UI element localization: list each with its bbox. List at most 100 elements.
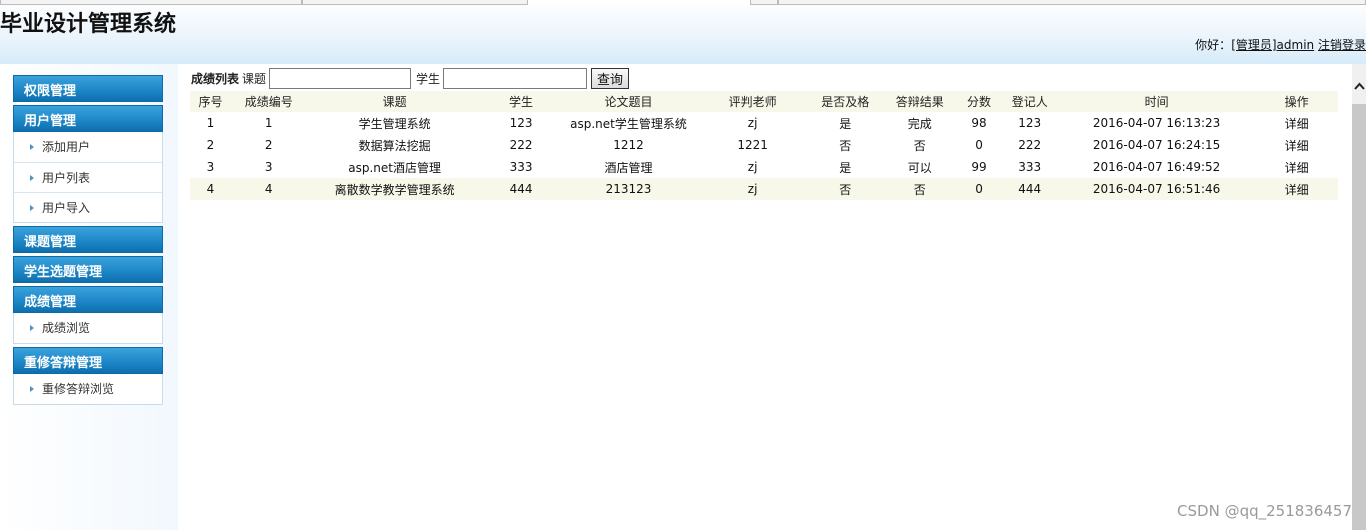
- table-cell: asp.net学生管理系统: [570, 116, 687, 131]
- watermark: CSDN @qq_251836457: [1177, 502, 1352, 520]
- app-title: 毕业设计管理系统: [0, 12, 177, 37]
- table-cell: 333: [509, 160, 533, 174]
- table-cell: 444: [482, 178, 560, 200]
- vertical-scrollbar[interactable]: [1352, 64, 1366, 530]
- scroll-up-icon[interactable]: [1352, 78, 1366, 94]
- table-cell: 2016-04-07 16:13:23: [1092, 116, 1221, 130]
- sidebar-submenu: 成绩浏览: [13, 313, 163, 344]
- column-header: 分数: [956, 91, 1002, 112]
- query-button[interactable]: 查询: [591, 67, 630, 89]
- column-header: 课题: [306, 91, 483, 112]
- table-cell: 2: [264, 138, 273, 152]
- table-cell: 99: [971, 160, 987, 174]
- sidebar-item[interactable]: 用户列表: [14, 162, 162, 192]
- table-row: 2 2 数据算法挖掘 222 1212 1221 否 否 0 222 2016-04-07 16:2…: [190, 134, 1338, 156]
- sidebar-menu: 权限管理用户管理添加用户用户列表用户导入课题管理学生选题管理 成绩管理成绩浏览重修…: [13, 75, 163, 405]
- table-cell: 是: [839, 160, 852, 175]
- table-cell: 完成: [907, 116, 932, 131]
- column-header: 成绩编号: [231, 91, 307, 112]
- table-cell: 2016-04-07 16:49:52: [1092, 160, 1221, 174]
- column-header: 评判老师: [697, 91, 808, 112]
- browser-tab[interactable]: [0, 0, 302, 5]
- table-cell: 123: [509, 116, 533, 130]
- table-cell: 学生管理系统: [358, 116, 431, 131]
- column-header: 序号: [190, 91, 231, 112]
- table-cell: 否: [913, 138, 926, 153]
- greeting-label: 你好：: [1195, 38, 1232, 52]
- sidebar-item-label: 用户导入: [42, 200, 91, 215]
- arrow-right-icon: [30, 144, 34, 150]
- detail-link[interactable]: 详细: [1255, 134, 1338, 156]
- browser-tab[interactable]: [778, 0, 1366, 5]
- table-cell: 数据算法挖掘: [358, 138, 431, 153]
- column-header: 学生: [482, 91, 560, 112]
- table-cell: 4: [231, 178, 307, 200]
- current-user-link[interactable]: [管理员]admin: [1231, 38, 1314, 52]
- column-header: 登记人: [1001, 91, 1058, 112]
- sidebar-section-header[interactable]: 学生选题管理: [13, 256, 163, 283]
- table-cell: 3: [206, 160, 215, 174]
- topic-search-input[interactable]: [269, 67, 412, 89]
- sidebar-item-label: 用户列表: [42, 170, 91, 185]
- logout-link[interactable]: 注销登录: [1318, 38, 1366, 52]
- column-header: 答辩结果: [882, 91, 957, 112]
- sidebar-item-label: 重修答辩浏览: [42, 382, 115, 396]
- sidebar-section-header[interactable]: 用户管理: [13, 105, 163, 132]
- arrow-right-icon: [30, 204, 34, 211]
- table-body: 1 1 学生管理系统 123 asp.net学生管理系统 zj 是 完成 98 123 2016-0…: [190, 112, 1338, 200]
- student-search-input[interactable]: [443, 67, 588, 89]
- table-cell: zj: [747, 116, 758, 130]
- sidebar-item[interactable]: 添加用户: [14, 132, 162, 162]
- table-cell: 否: [882, 178, 957, 200]
- table-cell: 123: [1018, 116, 1042, 130]
- sidebar-section-header[interactable]: 课题管理: [13, 226, 163, 253]
- header: 毕业设计管理系统 你好：[管理员]admin 注销登录: [0, 0, 1366, 64]
- browser-tab[interactable]: [750, 0, 778, 5]
- column-header: 论文题目: [559, 91, 698, 112]
- sidebar-item-label: 添加用户: [42, 140, 91, 154]
- table-cell: 222: [1018, 138, 1042, 152]
- table-cell: 4: [190, 178, 231, 200]
- column-header: 操作: [1255, 91, 1338, 112]
- detail-link[interactable]: 详细: [1255, 112, 1338, 134]
- search-bar: 成绩列表 课题 学生 查询: [191, 67, 630, 89]
- table-cell: 444: [1001, 178, 1058, 200]
- table-header-row: 序号 成绩编号 课题 学生 论文题目 评判老师 是否及格 答辩结果 分数 登记人 时间 操作: [190, 91, 1338, 112]
- arrow-right-icon: [30, 174, 34, 181]
- sidebar-section-header[interactable]: 成绩管理: [13, 286, 163, 313]
- sidebar-section-header[interactable]: 重修答辩管理: [13, 347, 163, 374]
- table-cell: 0: [975, 138, 983, 152]
- browser-tab[interactable]: [302, 0, 528, 5]
- sidebar-item[interactable]: 用户导入: [14, 192, 162, 222]
- table-cell: 3: [264, 160, 273, 174]
- table-cell: 1: [264, 116, 273, 130]
- main-content: 成绩列表 课题 学生 查询 序号 成绩编号 课题 学生 论文题目 评判老师 是否及格 答辩结果…: [178, 64, 1352, 530]
- table-row: 4 4 离散数学教学管理系统 444 213123 zj 否否 0 444 2016-04-07 …: [190, 178, 1338, 200]
- sidebar: 权限管理用户管理添加用户用户列表用户导入课题管理学生选题管理 成绩管理成绩浏览重修…: [0, 64, 178, 530]
- table-cell: 2: [206, 138, 215, 152]
- sidebar-item-label: 成绩浏览: [42, 321, 91, 335]
- table-cell: 2016-04-07 16:51:46: [1058, 178, 1256, 200]
- table-row: 1 1 学生管理系统 123 asp.net学生管理系统 zj 是 完成 98 123 2016-0…: [190, 112, 1338, 134]
- sidebar-item[interactable]: 成绩浏览: [14, 313, 162, 343]
- column-header: 是否及格: [807, 91, 883, 112]
- arrow-right-icon: [30, 325, 34, 331]
- detail-link[interactable]: 详细: [1255, 156, 1338, 178]
- list-title: 成绩列表: [191, 71, 240, 86]
- sidebar-submenu: 添加用户用户列表用户导入: [13, 132, 163, 223]
- column-header: 时间: [1058, 91, 1256, 112]
- user-bar: 你好：[管理员]admin 注销登录: [1195, 36, 1366, 53]
- table-cell: 213123: [559, 178, 698, 200]
- table-cell: 222: [509, 138, 533, 152]
- table-cell: zj: [697, 178, 808, 200]
- table-cell: 2016-04-07 16:24:15: [1092, 138, 1221, 152]
- table-cell: 否: [807, 178, 883, 200]
- sidebar-item[interactable]: 重修答辩浏览: [14, 374, 162, 404]
- table-cell: 可以: [907, 160, 932, 175]
- sidebar-section-header[interactable]: 权限管理: [13, 75, 163, 102]
- scrollbar-thumb[interactable]: [1352, 104, 1366, 530]
- table-cell: 0: [956, 178, 1002, 200]
- table-cell: 333: [1018, 160, 1042, 174]
- table-cell: 1212: [613, 138, 644, 152]
- detail-link[interactable]: 详细: [1255, 178, 1338, 200]
